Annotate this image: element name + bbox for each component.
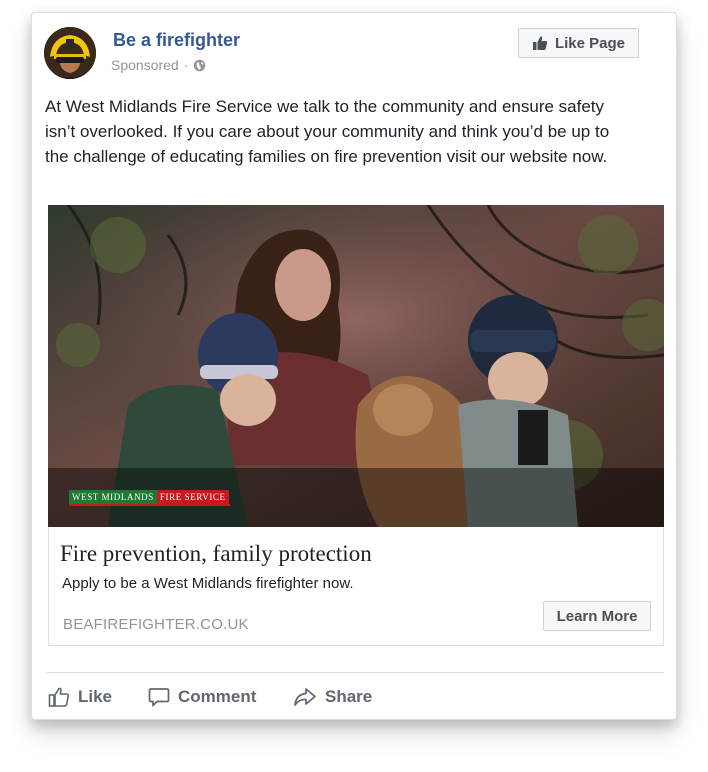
actions-divider bbox=[46, 672, 664, 673]
comment-icon bbox=[148, 688, 170, 707]
learn-more-button[interactable]: Learn More bbox=[543, 601, 651, 631]
ad-image[interactable]: WEST MIDLANDS FIRE SERVICE bbox=[48, 205, 664, 527]
like-page-label: Like Page bbox=[554, 34, 626, 52]
ad-headline[interactable]: Fire prevention, family protection bbox=[60, 541, 372, 567]
like-page-button[interactable]: Like Page bbox=[518, 28, 639, 58]
share-label: Share bbox=[325, 687, 373, 706]
sponsored-post-card: Be a firefighter Sponsored · Like Page A… bbox=[31, 12, 677, 720]
page-avatar[interactable] bbox=[44, 27, 96, 79]
share-icon bbox=[294, 688, 316, 706]
ad-domain: BEAFIREFIGHTER.CO.UK bbox=[63, 616, 249, 633]
globe-icon bbox=[194, 59, 206, 71]
post-actions-bar: Like Comment Share bbox=[46, 682, 666, 712]
share-button[interactable]: Share bbox=[293, 682, 372, 712]
meta-separator: · bbox=[183, 57, 189, 73]
logo-part-fire-service: FIRE SERVICE bbox=[156, 490, 229, 504]
sponsored-label[interactable]: Sponsored bbox=[111, 57, 179, 73]
ad-link-preview[interactable]: Fire prevention, family protection Apply… bbox=[48, 527, 664, 646]
logo-underline bbox=[69, 504, 230, 506]
like-label: Like bbox=[78, 687, 113, 706]
comment-label: Comment bbox=[178, 687, 257, 706]
like-button[interactable]: Like bbox=[48, 682, 112, 712]
ad-description: Apply to be a West Midlands firefighter … bbox=[62, 575, 354, 592]
sponsored-meta: Sponsored · bbox=[111, 57, 206, 73]
thumbs-up-icon bbox=[532, 36, 548, 50]
logo-part-west-midlands: WEST MIDLANDS bbox=[69, 490, 157, 504]
page-name-link[interactable]: Be a firefighter bbox=[113, 30, 240, 51]
west-midlands-fire-service-logo: WEST MIDLANDS FIRE SERVICE bbox=[69, 490, 229, 504]
like-icon bbox=[48, 687, 70, 707]
comment-button[interactable]: Comment bbox=[148, 682, 256, 712]
post-body-text: At West Midlands Fire Service we talk to… bbox=[45, 97, 610, 166]
